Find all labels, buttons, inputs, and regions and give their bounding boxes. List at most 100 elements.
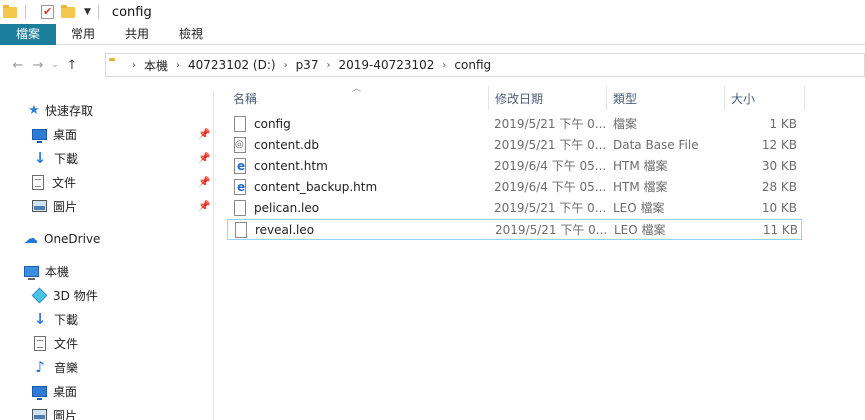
breadcrumb-drive[interactable]: 40723102 (D:) (188, 58, 276, 72)
desktop-icon (32, 385, 47, 400)
breadcrumb-config[interactable]: config (454, 58, 491, 72)
up-arrow-icon[interactable]: ↑ (62, 58, 82, 73)
chevron-right-icon[interactable]: › (132, 60, 136, 71)
tab-file[interactable]: 檔案 (0, 24, 56, 45)
sidebar-item-label: 3D 物件 (53, 288, 98, 303)
file-date: 2019/5/21 下午 0... (495, 223, 607, 237)
file-date: 2019/6/4 下午 05... (494, 180, 606, 194)
sidebar-item-label: 下載 (54, 151, 79, 166)
file-name: content_backup.htm (254, 180, 378, 194)
column-header-label: 修改日期 (495, 91, 544, 106)
sidebar-item-label: 文件 (52, 175, 77, 190)
desktop-icon (32, 128, 47, 143)
chevron-right-icon[interactable]: › (442, 60, 446, 71)
file-row-selected[interactable]: reveal.leo 2019/5/21 下午 0... LEO 檔案 11 K… (227, 219, 802, 240)
download-arrow-icon: ↓ (33, 310, 47, 328)
divider (25, 5, 26, 19)
sidebar-item-pictures[interactable]: 圖片 📌 (32, 195, 212, 217)
ribbon-tabs: 檔案 常用 共用 檢視 (0, 24, 865, 45)
pin-icon[interactable]: 📌 (198, 201, 210, 212)
window-title: config (111, 4, 152, 20)
tab-view[interactable]: 檢視 (164, 24, 218, 45)
sidebar-item-label: 快速存取 (45, 103, 94, 118)
breadcrumb-p37[interactable]: p37 (296, 58, 319, 72)
sidebar-item-downloads[interactable]: ↓ 下載 📌 (32, 147, 212, 169)
chevron-right-icon[interactable]: › (284, 60, 288, 71)
address-bar[interactable]: › 本機 › 40723102 (D:) › p37 › 2019-407231… (105, 53, 865, 77)
sidebar-item-documents[interactable]: 文件 📌 (32, 171, 212, 193)
file-name: config (254, 117, 291, 131)
breadcrumb-this-pc[interactable]: 本機 (144, 57, 168, 74)
download-arrow-icon: ↓ (33, 149, 47, 167)
sidebar-item-quick-access[interactable]: ★ 快速存取 (26, 99, 93, 121)
file-row[interactable]: config 2019/5/21 下午 0... 檔案 1 KB (227, 114, 802, 135)
sidebar-item-label: 音樂 (54, 360, 79, 375)
column-header-name[interactable]: 名稱 (227, 86, 489, 110)
column-header-size[interactable]: 大小 (725, 86, 805, 110)
sidebar-item-label: 圖片 (53, 408, 78, 420)
folder-icon (108, 57, 124, 73)
pictures-icon (32, 409, 47, 420)
file-type: LEO 檔案 (614, 223, 666, 237)
file-size: 30 KB (761, 159, 797, 173)
file-size: 1 KB (769, 117, 797, 131)
file-size: 11 KB (762, 223, 798, 237)
sidebar-item-label: 桌面 (53, 127, 78, 142)
properties-icon[interactable] (41, 5, 54, 19)
sidebar-item-downloads[interactable]: ↓ 下載 (32, 308, 78, 330)
tab-share[interactable]: 共用 (110, 24, 164, 45)
pin-icon[interactable]: 📌 (198, 129, 210, 140)
column-header-label: 大小 (731, 91, 756, 106)
file-type: HTM 檔案 (613, 180, 668, 194)
file-date: 2019/5/21 下午 0... (494, 138, 606, 152)
sidebar-item-documents[interactable]: 文件 (34, 332, 78, 354)
pin-icon[interactable]: 📌 (198, 153, 210, 164)
sidebar-item-desktop[interactable]: 桌面 (32, 380, 77, 402)
tab-home[interactable]: 常用 (56, 24, 110, 45)
file-date: 2019/6/4 下午 05... (494, 159, 606, 173)
file-row[interactable]: pelican.leo 2019/5/21 下午 0... LEO 檔案 10 … (227, 198, 802, 219)
file-size: 10 KB (761, 201, 797, 215)
chevron-right-icon[interactable]: › (176, 60, 180, 71)
breadcrumb-project[interactable]: 2019-40723102 (338, 58, 434, 72)
file-row[interactable]: content.htm 2019/6/4 下午 05... HTM 檔案 30 … (227, 156, 802, 177)
sidebar-item-desktop[interactable]: 桌面 📌 (32, 123, 212, 145)
file-type: HTM 檔案 (613, 159, 668, 173)
file-size: 28 KB (761, 180, 797, 194)
back-arrow-icon[interactable]: ← (8, 58, 28, 73)
file-row[interactable]: content.db 2019/5/21 下午 0... Data Base F… (227, 135, 802, 156)
sidebar-item-3d-objects[interactable]: 3D 物件 (31, 284, 98, 306)
file-type: LEO 檔案 (613, 201, 665, 215)
music-note-icon: ♪ (35, 358, 45, 376)
file-size: 12 KB (761, 138, 797, 152)
html-file-icon (234, 179, 246, 195)
navigation-row: ← → ⌄ ↑ › 本機 › 40723102 (D:) › p37 › 201… (0, 52, 865, 78)
new-folder-icon[interactable] (60, 4, 76, 20)
pin-icon[interactable]: 📌 (198, 177, 210, 188)
sidebar-item-onedrive[interactable]: ☁ OneDrive (22, 228, 100, 250)
sidebar-item-this-pc[interactable]: 本機 (24, 260, 69, 282)
database-file-icon (234, 137, 246, 153)
file-row[interactable]: content_backup.htm 2019/6/4 下午 05... HTM… (227, 177, 802, 198)
quick-access-toolbar-dropdown[interactable]: ▼ (84, 7, 91, 17)
file-date: 2019/5/21 下午 0... (494, 201, 606, 215)
file-name: content.db (254, 138, 319, 152)
sidebar-item-music[interactable]: ♪ 音樂 (32, 356, 78, 378)
folder-icon (2, 4, 18, 20)
forward-arrow-icon[interactable]: → (28, 58, 48, 73)
sidebar-item-pictures[interactable]: 圖片 (32, 404, 77, 420)
title-bar: ▼ config (0, 0, 865, 24)
file-list: ︿ 名稱 修改日期 類型 大小 config 2019/5/21 下午 0...… (215, 78, 865, 420)
file-icon (235, 222, 247, 238)
sidebar-item-label: 圖片 (53, 199, 78, 214)
column-header-type[interactable]: 類型 (607, 86, 725, 110)
file-date: 2019/5/21 下午 0... (494, 117, 606, 131)
star-icon: ★ (28, 102, 40, 118)
column-header-date[interactable]: 修改日期 (489, 86, 607, 110)
file-type: 檔案 (613, 117, 638, 131)
chevron-right-icon[interactable]: › (326, 60, 330, 71)
sidebar-item-label: 桌面 (53, 384, 78, 399)
computer-icon (24, 265, 39, 280)
recent-locations-chevron-icon[interactable]: ⌄ (48, 60, 62, 70)
cube-icon (31, 287, 48, 303)
